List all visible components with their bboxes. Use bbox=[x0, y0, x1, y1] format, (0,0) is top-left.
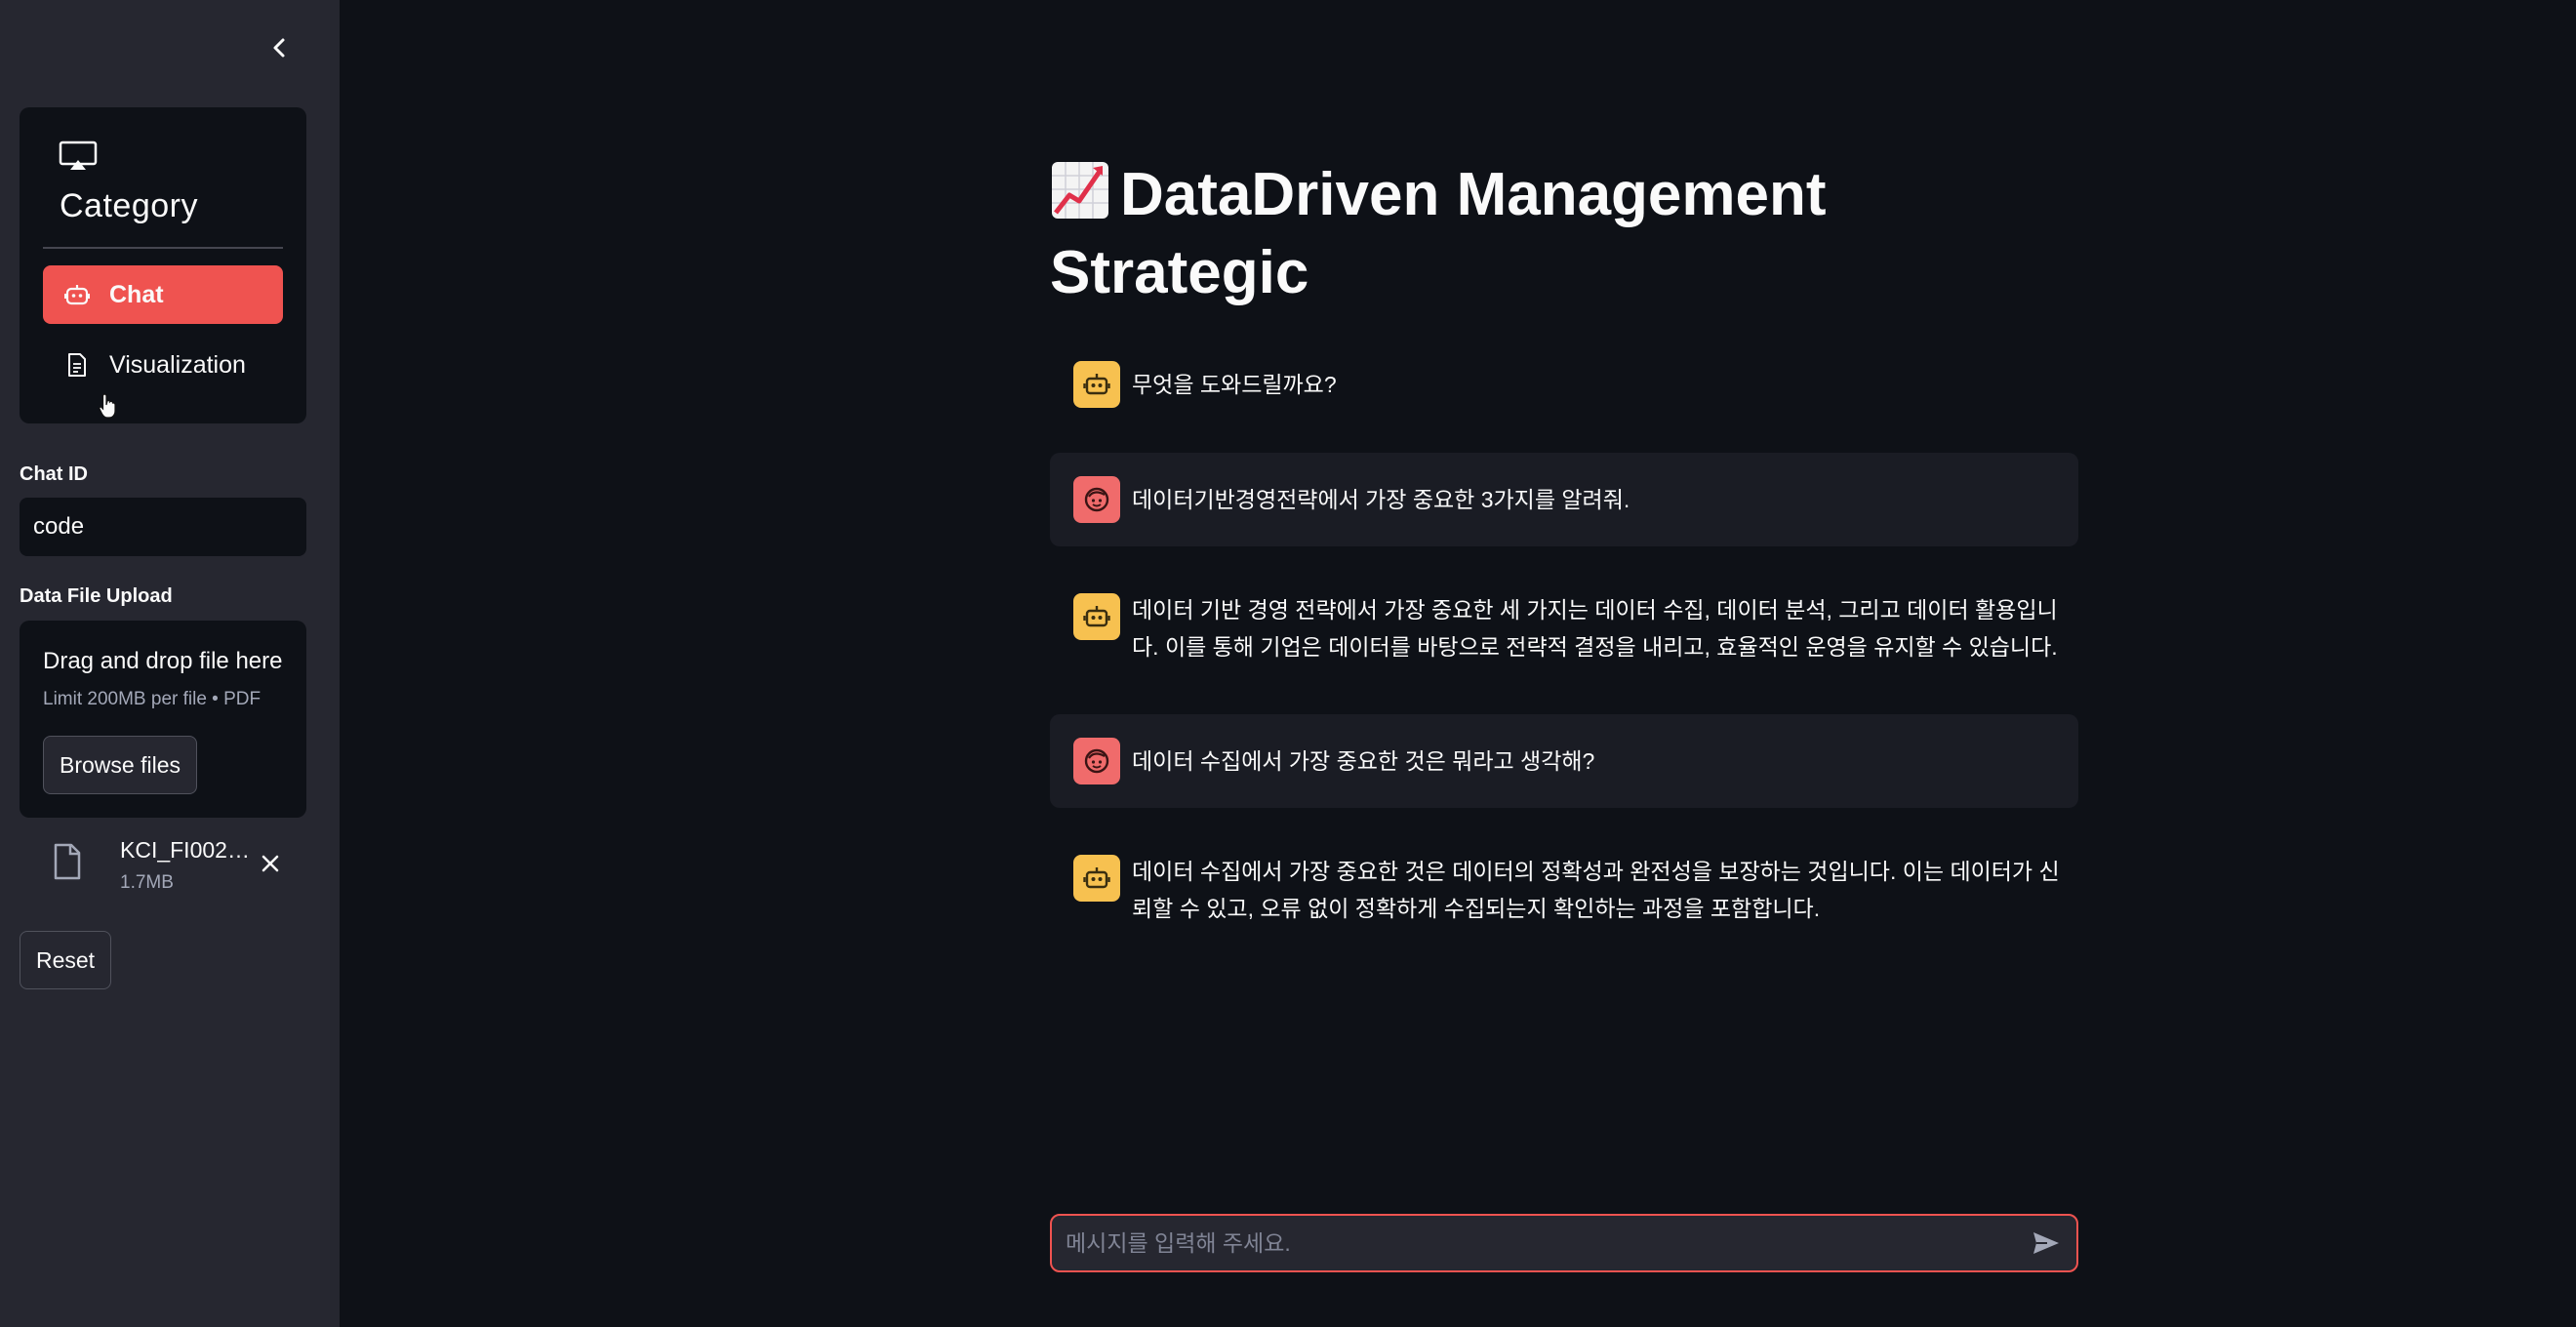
nav-item-visualization[interactable]: Visualization bbox=[43, 336, 283, 394]
cast-icon bbox=[59, 141, 98, 170]
message-text: 데이터기반경영전략에서 가장 중요한 3가지를 알려줘. bbox=[1132, 487, 1630, 512]
file-icon bbox=[54, 843, 81, 880]
send-button[interactable] bbox=[2030, 1227, 2063, 1259]
robot-icon bbox=[1083, 867, 1110, 889]
user-avatar bbox=[1073, 738, 1120, 784]
message-text: 데이터 수집에서 가장 중요한 것은 데이터의 정확성과 완전성을 보장하는 것… bbox=[1132, 859, 2060, 921]
browse-files-button[interactable]: Browse files bbox=[43, 736, 197, 794]
send-icon bbox=[2033, 1232, 2059, 1254]
message-text: 데이터 수집에서 가장 중요한 것은 뭐라고 생각해? bbox=[1132, 748, 1595, 774]
close-icon bbox=[262, 855, 279, 872]
chat-input[interactable] bbox=[1066, 1216, 2002, 1270]
reset-button[interactable]: Reset bbox=[20, 931, 111, 989]
page-title: DataDriven Management Strategic bbox=[1050, 156, 1928, 312]
menu-divider bbox=[43, 247, 283, 249]
upload-label: Data File Upload bbox=[20, 585, 173, 607]
nav-item-label: Chat bbox=[109, 280, 164, 308]
user-face-icon bbox=[1084, 748, 1109, 774]
bot-avatar bbox=[1073, 361, 1120, 408]
dropzone-limit: Limit 200MB per file • PDF bbox=[43, 689, 262, 709]
user-face-icon bbox=[1084, 487, 1109, 512]
robot-icon bbox=[1083, 606, 1110, 627]
chat-id-label: Chat ID bbox=[20, 463, 88, 485]
chat-message-user: 데이터기반경영전략에서 가장 중요한 3가지를 알려줘. bbox=[1050, 453, 2078, 546]
chat-message-assistant: 데이터 기반 경영 전략에서 가장 중요한 세 가지는 데이터 수집, 데이터 … bbox=[1050, 582, 2078, 679]
robot-icon bbox=[1083, 374, 1110, 395]
menu-title: Category bbox=[60, 187, 198, 224]
main-content: DataDriven Management Strategic 무엇을 도와드릴… bbox=[340, 0, 2576, 1327]
bot-avatar bbox=[1073, 593, 1120, 640]
page-title-text: DataDriven Management Strategic bbox=[1050, 161, 1827, 306]
category-menu: Category Chat Visualization bbox=[20, 107, 306, 423]
chevron-left-icon bbox=[273, 38, 285, 58]
chat-id-input[interactable] bbox=[20, 498, 306, 556]
file-size: 1.7MB bbox=[120, 872, 174, 893]
collapse-sidebar-button[interactable] bbox=[265, 33, 293, 62]
sidebar: Category Chat Visualization Chat ID code… bbox=[0, 0, 340, 1327]
mouse-pointer-icon bbox=[99, 393, 116, 419]
chart-increasing-icon bbox=[1052, 162, 1108, 219]
uploaded-file: KCI_FI0021... 1.7MB bbox=[20, 831, 306, 902]
chat-message-user: 데이터 수집에서 가장 중요한 것은 뭐라고 생각해? bbox=[1050, 714, 2078, 808]
file-name: KCI_FI0021... bbox=[120, 837, 257, 863]
user-avatar bbox=[1073, 476, 1120, 523]
dropzone-text: Drag and drop file here bbox=[43, 648, 283, 674]
message-text: 무엇을 도와드릴까요? bbox=[1132, 372, 1337, 397]
robot-icon bbox=[62, 280, 92, 309]
document-icon bbox=[62, 350, 92, 380]
nav-item-label: Visualization bbox=[109, 350, 246, 379]
chat-message-assistant: 데이터 수집에서 가장 중요한 것은 데이터의 정확성과 완전성을 보장하는 것… bbox=[1050, 843, 2078, 941]
file-dropzone[interactable]: Drag and drop file here Limit 200MB per … bbox=[20, 621, 306, 818]
chat-message-assistant: 무엇을 도와드릴까요? bbox=[1050, 355, 2078, 414]
bot-avatar bbox=[1073, 855, 1120, 902]
remove-file-button[interactable] bbox=[256, 849, 285, 878]
nav-item-chat[interactable]: Chat bbox=[43, 265, 283, 324]
chat-input-container bbox=[1050, 1214, 2078, 1272]
message-text: 데이터 기반 경영 전략에서 가장 중요한 세 가지는 데이터 수집, 데이터 … bbox=[1132, 597, 2058, 660]
